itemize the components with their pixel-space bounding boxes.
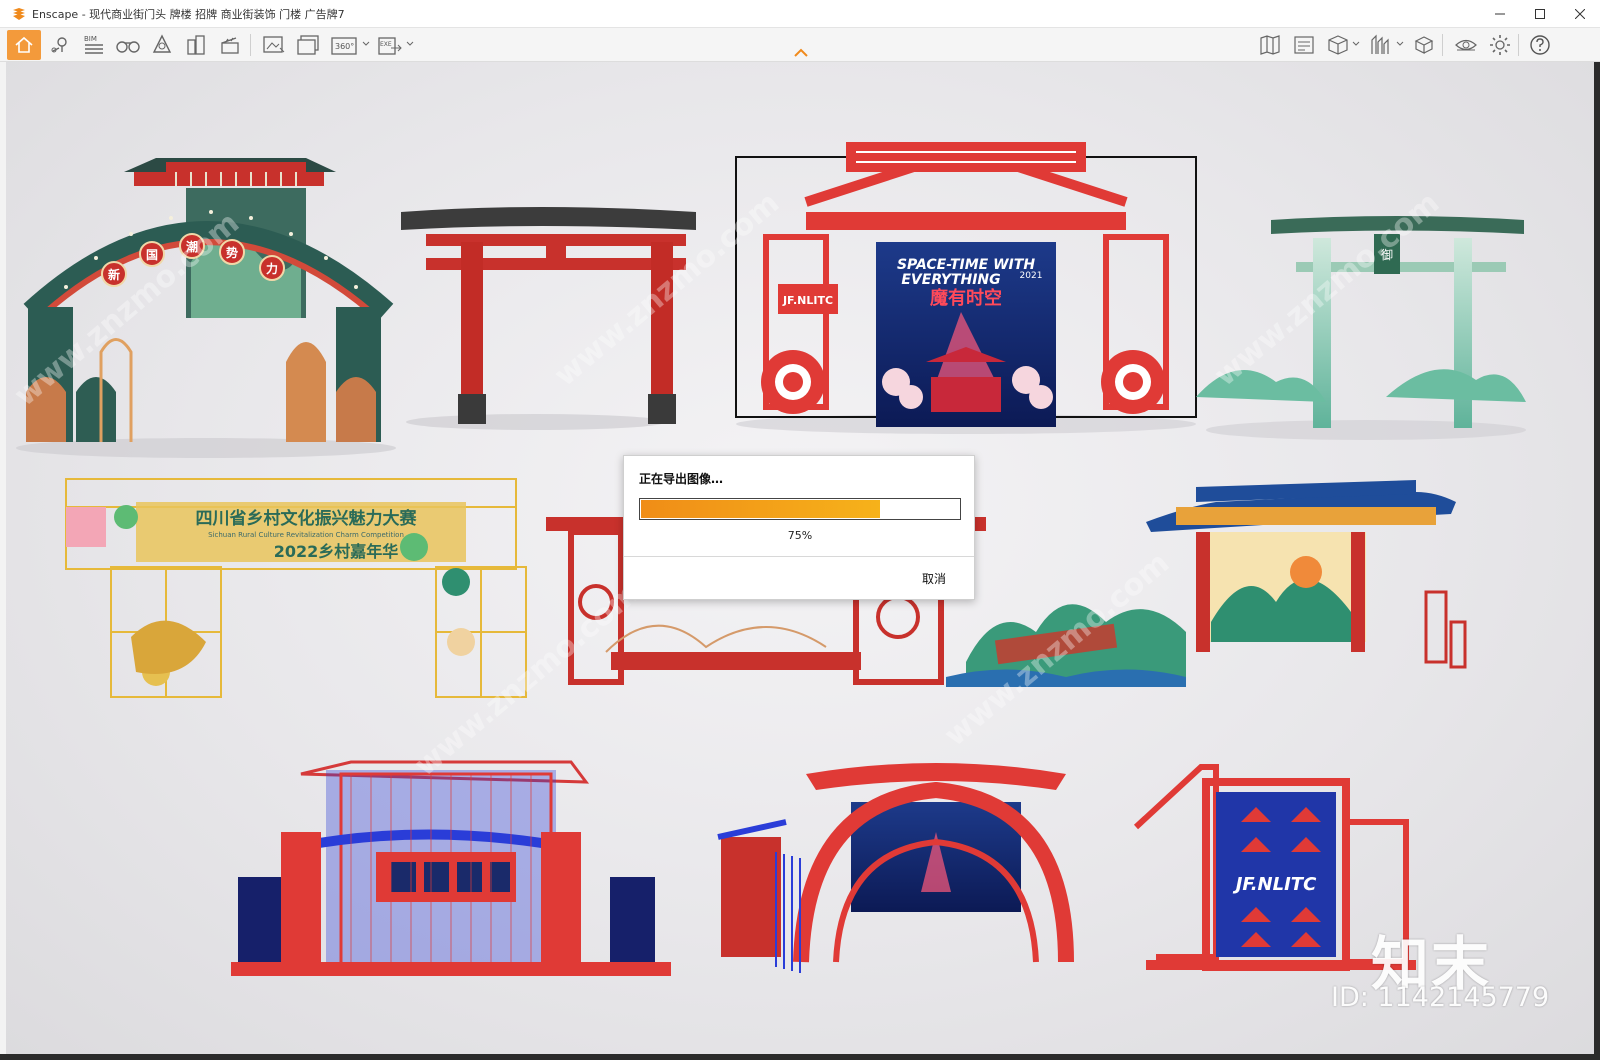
section-button[interactable] <box>1366 31 1394 59</box>
export-progress-dialog: 正在导出图像… 75% 取消 <box>623 455 975 600</box>
space-time-cn: 魔有时空 <box>930 287 1002 309</box>
maximize-button[interactable] <box>1520 0 1560 28</box>
green-arch-gate: 新国潮 势力 <box>23 158 394 442</box>
view-management-button[interactable] <box>1290 31 1318 59</box>
space-time-subtitle: EVERYTHING <box>901 272 1000 288</box>
panorama-button[interactable]: 360° <box>328 31 362 59</box>
title-bar: Enscape - 现代商业街门头 牌楼 招牌 商业街装饰 门楼 广告牌7 <box>0 0 1600 28</box>
binoculars-icon <box>116 41 140 53</box>
buildings-icon <box>187 35 205 55</box>
chevron-down-icon[interactable] <box>406 40 414 48</box>
taskbar-strip <box>0 1054 1600 1060</box>
location-pin-icon <box>51 37 67 53</box>
export-exe-icon: EXE <box>378 37 402 55</box>
rural-carnival-banner: 四川省乡村文化振兴魅力大赛 Sichuan Rural Culture Revi… <box>65 478 527 698</box>
render-viewport[interactable]: 新国潮势力 SPACE-TIME WITH EVERYTHING 2021 魔有… <box>6 62 1594 1054</box>
location-pin-button[interactable] <box>46 31 74 59</box>
banner-line-2: Sichuan Rural Culture Revitalization Cha… <box>208 531 404 539</box>
asset-library-button[interactable] <box>1410 31 1438 59</box>
toolbar-separator <box>250 34 251 56</box>
bim-list-icon: BIM <box>84 35 103 54</box>
export-exe-button[interactable]: EXE <box>374 31 408 59</box>
window-title: Enscape - 现代商业街门头 牌楼 招牌 商业街装饰 门楼 广告牌7 <box>32 7 345 21</box>
video-editor-button[interactable] <box>216 31 244 59</box>
bim-button[interactable]: BIM <box>80 31 108 59</box>
chevron-down-icon[interactable] <box>362 40 370 48</box>
settings-button[interactable] <box>1486 31 1514 59</box>
visibility-button[interactable] <box>1452 31 1480 59</box>
close-icon <box>1575 9 1585 19</box>
screenshot-icon <box>263 36 285 53</box>
bim-label: BIM <box>84 35 97 43</box>
atmosphere-icon <box>152 34 172 53</box>
cube-view-icon <box>1328 35 1348 55</box>
map-button[interactable] <box>1256 31 1284 59</box>
pano-label: 360° <box>335 42 354 51</box>
dialog-divider <box>624 556 974 557</box>
banner-line-3: 2022乡村嘉年华 <box>274 542 399 561</box>
cancel-button[interactable]: 取消 <box>922 570 946 587</box>
help-button[interactable] <box>1526 31 1554 59</box>
view-management-icon <box>1294 36 1314 54</box>
maximize-icon <box>1535 9 1545 19</box>
window-edge <box>1594 62 1600 1054</box>
buildings-button[interactable] <box>182 31 210 59</box>
export-progress-bar <box>639 498 961 520</box>
home-button[interactable] <box>7 30 41 60</box>
help-icon <box>1530 35 1550 55</box>
binoculars-button[interactable] <box>114 31 142 59</box>
batch-render-button[interactable] <box>294 31 322 59</box>
batch-render-icon <box>297 35 319 55</box>
progress-percent: 75% <box>787 529 813 542</box>
mesh-gate <box>231 760 671 976</box>
dialog-title: 正在导出图像… <box>639 472 724 486</box>
arch-char: 力 <box>266 261 278 276</box>
section-icon <box>1371 34 1389 54</box>
cube-view-button[interactable] <box>1324 31 1352 59</box>
banner-line-1: 四川省乡村文化振兴魅力大赛 <box>196 508 418 529</box>
chevron-down-icon[interactable] <box>1396 40 1404 48</box>
watermark-id: ID: 1142145779 <box>1331 982 1550 1013</box>
space-time-title: SPACE-TIME WITH <box>897 257 1035 273</box>
exe-label: EXE <box>380 41 392 48</box>
visibility-icon <box>1455 39 1477 51</box>
arch-char: 新 <box>108 267 120 282</box>
enscape-logo-icon <box>13 7 25 20</box>
arch-char: 国 <box>146 248 158 262</box>
round-red-arch <box>717 763 1074 973</box>
screenshot-button[interactable] <box>260 31 288 59</box>
close-button[interactable] <box>1560 0 1600 28</box>
minimize-button[interactable] <box>1480 0 1520 28</box>
clapperboard-icon <box>221 37 239 54</box>
jfnlitc-sign-large: JF.NLITC <box>1233 874 1317 895</box>
app-window: Enscape - 现代商业街门头 牌楼 招牌 商业街装饰 门楼 广告牌7 BI… <box>0 0 1600 1060</box>
toolbar-separator <box>1518 34 1519 56</box>
home-icon <box>15 36 33 53</box>
map-icon <box>1260 35 1280 55</box>
spacetime-gate: SPACE-TIME WITH EVERYTHING 2021 魔有时空 JF.… <box>735 142 1197 427</box>
asset-library-icon <box>1414 36 1434 54</box>
panorama-icon: 360° <box>331 37 357 55</box>
gear-icon <box>1490 35 1510 55</box>
chevron-down-icon[interactable] <box>1352 40 1360 48</box>
space-time-year: 2021 <box>1020 271 1043 281</box>
collapse-toolbar-chevron-icon[interactable] <box>793 48 809 58</box>
atmosphere-button[interactable] <box>148 31 176 59</box>
minimize-icon <box>1495 13 1505 15</box>
progress-fill <box>641 500 880 518</box>
jfnlitc-sign: JF.NLITC <box>782 294 833 307</box>
toolbar-separator <box>1442 34 1443 56</box>
